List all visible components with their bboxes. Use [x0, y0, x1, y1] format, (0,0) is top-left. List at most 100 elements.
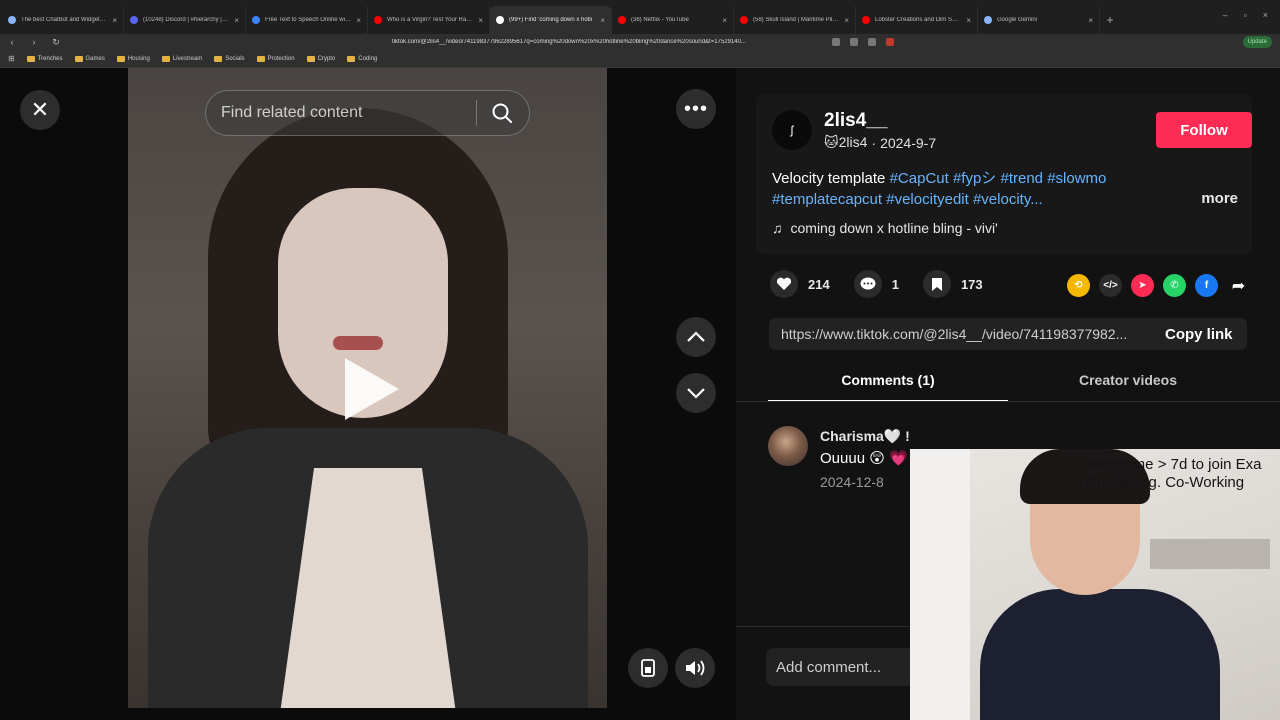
send-icon[interactable]: ➤	[1131, 274, 1154, 297]
reload-icon[interactable]: ↻	[50, 37, 62, 48]
previous-video-button[interactable]	[676, 317, 716, 357]
facebook-icon[interactable]: f	[1195, 274, 1218, 297]
close-icon: ✕	[30, 97, 50, 122]
close-icon[interactable]: ×	[1088, 16, 1093, 25]
like-count: 214	[808, 276, 830, 292]
close-icon[interactable]: ×	[600, 16, 605, 25]
update-button[interactable]: Update	[1242, 36, 1272, 48]
gemini-icon	[984, 16, 992, 24]
close-icon[interactable]: ×	[722, 16, 727, 25]
save-button[interactable]	[922, 270, 951, 298]
hashtag-link[interactable]: #slowmo	[1047, 170, 1106, 187]
folder-icon	[26, 55, 35, 62]
tab-creator-videos[interactable]: Creator videos	[1008, 368, 1248, 402]
bookmark-icon	[931, 277, 942, 291]
bookmark-folder[interactable]: Crypto	[306, 55, 335, 62]
new-tab-icon[interactable]: +	[1100, 6, 1120, 34]
maximize-icon[interactable]: ▫	[1244, 10, 1247, 20]
bookmark-folder[interactable]: Housing	[116, 55, 150, 62]
tab-comments[interactable]: Comments (1)	[768, 368, 1008, 402]
next-video-button[interactable]	[676, 373, 716, 413]
picture-in-picture-button[interactable]	[628, 648, 668, 688]
link-copy-box: https://www.tiktok.com/@2lis4__/video/74…	[769, 318, 1247, 350]
play-icon[interactable]	[345, 358, 399, 420]
browser-tab[interactable]: Free Text to Speech Online with Rea×	[246, 6, 368, 34]
hashtag-link[interactable]: #trend	[1000, 170, 1043, 187]
save-count: 173	[960, 276, 983, 292]
discord-icon	[130, 16, 138, 24]
overlay-line: watchtime > 7d to join Exa	[1086, 456, 1262, 473]
username[interactable]: 2lis4__	[824, 110, 887, 132]
engagement-bar: 214 1 173	[770, 270, 997, 298]
post-info-card: ʃ 2lis4__ 🐱2lis4 · 2024-9-7 Follow Veloc…	[756, 94, 1252, 254]
video-link[interactable]: https://www.tiktok.com/@2lis4__/video/74…	[781, 326, 1153, 342]
like-button[interactable]	[770, 270, 798, 298]
browser-tab[interactable]: The best ChatBot and Widgets for K…×	[2, 6, 124, 34]
volume-button[interactable]	[675, 648, 715, 688]
tiktok-icon	[496, 16, 504, 24]
more-button[interactable]: more	[1201, 190, 1238, 207]
folder-icon	[214, 55, 223, 62]
embed-icon[interactable]: </>	[1099, 274, 1122, 297]
url-field[interactable]: tiktok.com/@2lis4__/video/74119837796228…	[392, 39, 822, 45]
related-search-bar	[205, 90, 530, 136]
comment-button[interactable]	[853, 270, 882, 298]
hashtag-link[interactable]: #velocity...	[973, 191, 1043, 208]
webcam-background	[910, 449, 970, 720]
hashtag-link[interactable]: #fypシ	[953, 170, 996, 187]
more-options-button[interactable]: •••	[676, 89, 716, 129]
hashtag-link[interactable]: #templatecapcut	[772, 191, 882, 208]
related-search-input[interactable]	[221, 104, 476, 122]
browser-tab[interactable]: Lobster Creations and Dim Sum Tag×	[856, 6, 978, 34]
follow-button[interactable]: Follow	[1156, 112, 1252, 148]
browser-tab-active[interactable]: (99+) Find 'coming down x hotli ×	[490, 6, 612, 34]
close-icon[interactable]: ×	[356, 16, 361, 25]
webcam-person	[980, 589, 1220, 720]
bookmark-folder[interactable]: Protection	[256, 55, 295, 62]
browser-tab[interactable]: (58) Skull Island | Maritime Pilot | Ful…	[734, 6, 856, 34]
close-icon[interactable]: ×	[234, 16, 239, 25]
post-caption: Velocity template #CapCut #fypシ #trend #…	[772, 168, 1172, 210]
chevron-down-icon	[687, 388, 705, 399]
close-icon[interactable]: ×	[478, 16, 483, 25]
volume-icon	[686, 660, 705, 676]
forward-icon[interactable]: ›	[28, 37, 40, 47]
extension-icon[interactable]	[886, 38, 894, 46]
copy-link-button[interactable]: Copy link	[1165, 326, 1233, 343]
extension-icon[interactable]	[850, 38, 858, 46]
browser-tab[interactable]: (10248) Discord | #hierarchy | Exa ×	[124, 6, 246, 34]
video-frame	[333, 336, 383, 350]
window-close-icon[interactable]: ×	[1263, 10, 1268, 20]
video-stage: ✕ •••	[0, 68, 736, 720]
hashtag-link[interactable]: #velocityedit	[886, 191, 969, 208]
repost-icon[interactable]: ⟲	[1067, 274, 1090, 297]
back-icon[interactable]: ‹	[6, 37, 18, 47]
hashtag-link[interactable]: #CapCut	[890, 170, 949, 187]
bookmark-folder[interactable]: Coding	[347, 55, 377, 62]
browser-tab[interactable]: (38) Netflix - YouTube ×	[612, 6, 734, 34]
extension-icon[interactable]	[868, 38, 876, 46]
heart-icon	[776, 277, 792, 290]
share-arrow-icon[interactable]: ➦	[1227, 274, 1250, 297]
bookmark-folder[interactable]: Livestream	[161, 55, 202, 62]
close-icon[interactable]: ×	[966, 16, 971, 25]
close-video-button[interactable]: ✕	[20, 90, 60, 130]
browser-tab[interactable]: Google Gemini ×	[978, 6, 1100, 34]
commenter-avatar[interactable]	[768, 426, 808, 466]
music-link[interactable]: ♫ coming down x hotline bling - vivi'	[772, 220, 998, 236]
whatsapp-icon[interactable]: ✆	[1163, 274, 1186, 297]
youtube-icon	[618, 16, 626, 24]
close-icon[interactable]: ×	[844, 16, 849, 25]
commenter-name[interactable]: Charisma🤍 !	[820, 428, 910, 445]
browser-tab[interactable]: Who is a Virgin? Test Your Radar? (Fr×	[368, 6, 490, 34]
avatar[interactable]: ʃ	[772, 110, 812, 150]
bookmark-folder[interactable]: Games	[74, 55, 105, 62]
minimize-icon[interactable]: –	[1223, 10, 1228, 20]
extension-icon[interactable]	[832, 38, 840, 46]
apps-icon[interactable]: ⊞	[8, 54, 15, 63]
bookmark-folder[interactable]: Trenches	[26, 55, 63, 62]
share-options: ⟲ </> ➤ ✆ f ➦	[1067, 274, 1250, 297]
bookmark-folder[interactable]: Socials	[214, 55, 245, 62]
close-icon[interactable]: ×	[112, 16, 117, 25]
search-icon[interactable]	[477, 102, 527, 124]
